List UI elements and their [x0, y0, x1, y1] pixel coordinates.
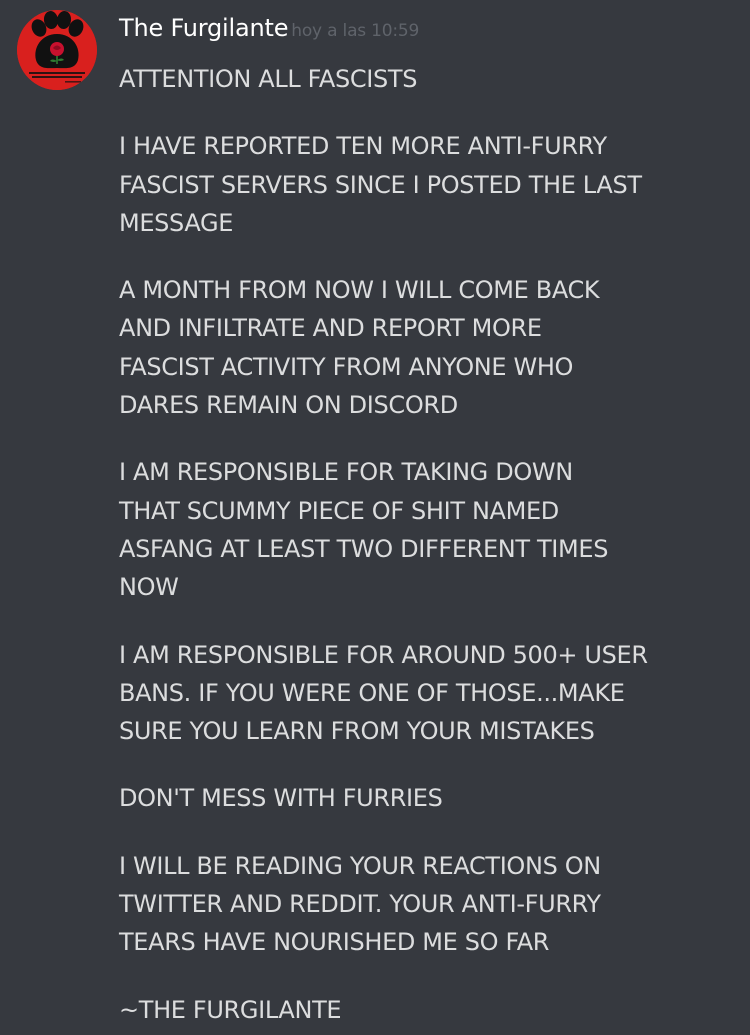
- username[interactable]: The Furgilante: [119, 14, 288, 42]
- message-paragraph: A MONTH FROM NOW I WILL COME BACK AND INF…: [119, 271, 739, 424]
- message-line: I HAVE REPORTED TEN MORE ANTI-FURRY: [119, 132, 607, 161]
- avatar[interactable]: [17, 10, 97, 90]
- message-line: TEARS HAVE NOURISHED ME SO FAR: [119, 928, 550, 957]
- message-paragraph: ATTENTION ALL FASCISTS: [119, 60, 739, 98]
- message-line: DON'T MESS WITH FURRIES: [119, 784, 443, 813]
- message-paragraph: I HAVE REPORTED TEN MORE ANTI-FURRY FASCI…: [119, 127, 739, 242]
- message-paragraph: I AM RESPONSIBLE FOR TAKING DOWN THAT SCU…: [119, 453, 739, 606]
- message-paragraph: DON'T MESS WITH FURRIES: [119, 779, 739, 817]
- message-line: NOW: [119, 573, 179, 602]
- message-line: I AM RESPONSIBLE FOR AROUND 500+ USER: [119, 640, 648, 669]
- timestamp: hoy a las 10:59: [291, 21, 420, 41]
- message-paragraph: ~THE FURGILANTE: [119, 991, 739, 1029]
- message-line: ATTENTION ALL FASCISTS: [119, 65, 418, 93]
- message-line: I AM RESPONSIBLE FOR TAKING DOWN: [119, 458, 573, 487]
- message-line: ASFANG AT LEAST TWO DIFFERENT TIMES: [119, 534, 609, 563]
- message-line: SURE YOU LEARN FROM YOUR MISTAKES: [119, 717, 595, 746]
- message-line: I WILL BE READING YOUR REACTIONS ON: [119, 851, 601, 880]
- message-line: TWITTER AND REDDIT. YOUR ANTI-FURRY: [119, 890, 601, 919]
- message-line: DARES REMAIN ON DISCORD: [119, 391, 458, 420]
- message-line: A MONTH FROM NOW I WILL COME BACK: [119, 276, 600, 305]
- message-line: BANS. IF YOU WERE ONE OF THOSE...MAKE: [119, 678, 625, 707]
- message-content: ATTENTION ALL FASCISTS I HAVE REPORTED TE…: [119, 60, 739, 1035]
- paw-rose-icon: [17, 10, 97, 90]
- message-line: ~THE FURGILANTE: [119, 995, 342, 1024]
- message-paragraph: I WILL BE READING YOUR REACTIONS ON TWITT…: [119, 847, 739, 962]
- message-line: THAT SCUMMY PIECE OF SHIT NAMED: [119, 496, 559, 525]
- message-line: AND INFILTRATE AND REPORT MORE: [119, 314, 542, 343]
- message-line: FASCIST ACTIVITY FROM ANYONE WHO: [119, 352, 574, 381]
- message-paragraph: I AM RESPONSIBLE FOR AROUND 500+ USER BAN…: [119, 636, 739, 751]
- message-line: MESSAGE: [119, 208, 234, 237]
- message-header: The Furgilante hoy a las 10:59: [119, 14, 419, 42]
- chat-message: The Furgilante hoy a las 10:59 ATTENTION …: [0, 0, 750, 1035]
- message-line: FASCIST SERVERS SINCE I POSTED THE LAST: [119, 170, 642, 199]
